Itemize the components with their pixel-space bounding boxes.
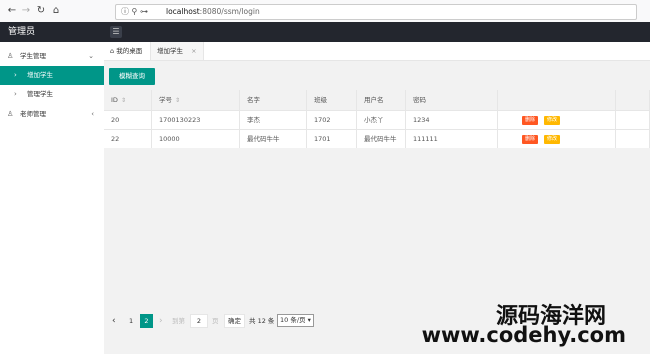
edit-button[interactable]: 修改 bbox=[544, 135, 561, 144]
app-title: 管理员 bbox=[8, 27, 36, 37]
cell-name: 李杰 bbox=[240, 110, 307, 129]
cell-id: 22 bbox=[104, 129, 152, 148]
home-icon: ⌂ bbox=[110, 47, 115, 55]
sidebar-group-teacher[interactable]: ♙ 老师管理 ‹ bbox=[0, 104, 104, 124]
tab-desktop[interactable]: ⌂ 我的桌面 bbox=[110, 42, 142, 60]
chevron-left-icon: ‹ bbox=[91, 110, 94, 118]
forward-icon[interactable]: → bbox=[20, 5, 32, 17]
site-info-icon[interactable]: ⓘ ⚲ ⊶ bbox=[121, 5, 148, 19]
sidebar-item-add-student[interactable]: › 增加学生 bbox=[0, 66, 104, 85]
tab-label: 我的桌面 bbox=[116, 47, 143, 55]
page-link-current[interactable]: 2 bbox=[140, 314, 153, 328]
total-count: 共 12 条 bbox=[249, 317, 275, 325]
column-header: 用户名 bbox=[357, 90, 406, 110]
edit-button[interactable]: 修改 bbox=[544, 116, 561, 125]
column-header: 密码 bbox=[406, 90, 498, 110]
cell-name: 最代码牛牛 bbox=[240, 129, 307, 148]
chevron-right-icon: › bbox=[14, 71, 17, 79]
delete-button[interactable]: 删除 bbox=[522, 116, 539, 125]
tab-label: 增加学生 bbox=[157, 47, 183, 55]
goto-confirm-button[interactable]: 确定 bbox=[224, 314, 245, 328]
table-row: 20 1700130223 李杰 1702 小杰丫 1234 删除 修改 bbox=[104, 110, 650, 129]
sidebar: ♙ 学生管理 ⌄ › 增加学生 › 管理学生 ♙ 老师管理 ‹ bbox=[0, 42, 105, 354]
cell-username: 最代码牛牛 bbox=[357, 129, 406, 148]
cell-actions: 删除 修改 bbox=[498, 110, 616, 129]
page-link-1[interactable]: 1 bbox=[129, 314, 133, 328]
menu-toggle-icon[interactable]: ☰ bbox=[110, 26, 122, 38]
column-header bbox=[498, 90, 616, 110]
goto-page-input[interactable]: 2 bbox=[190, 314, 208, 328]
cell-password: 111111 bbox=[406, 129, 498, 148]
cell-class: 1702 bbox=[307, 110, 357, 129]
sidebar-group-label: 学生管理 bbox=[20, 52, 46, 60]
goto-label: 到第 bbox=[172, 317, 185, 325]
sidebar-group-label: 老师管理 bbox=[20, 110, 46, 118]
cell-empty bbox=[616, 110, 650, 129]
column-header: 班级 bbox=[307, 90, 357, 110]
url-text: localhost:8080/ssm/login bbox=[166, 7, 260, 16]
browser-toolbar: ← → ↻ ⌂ ⓘ ⚲ ⊶ localhost:8080/ssm/login bbox=[0, 0, 650, 23]
column-header: 名字 bbox=[240, 90, 307, 110]
sort-icon: ⇕ bbox=[120, 97, 126, 104]
sidebar-group-student[interactable]: ♙ 学生管理 ⌄ bbox=[0, 46, 104, 66]
next-page-icon[interactable]: › bbox=[159, 314, 163, 328]
home-icon[interactable]: ⌂ bbox=[50, 5, 62, 17]
sidebar-item-label: 管理学生 bbox=[27, 90, 53, 98]
column-header[interactable]: 学号 ⇕ bbox=[152, 90, 240, 110]
table-row: 22 10000 最代码牛牛 1701 最代码牛牛 111111 删除 修改 bbox=[104, 129, 650, 148]
prev-page-icon[interactable]: ‹ bbox=[112, 314, 116, 328]
chevron-right-icon: › bbox=[14, 90, 17, 98]
cell-password: 1234 bbox=[406, 110, 498, 129]
reload-icon[interactable]: ↻ bbox=[35, 5, 47, 17]
close-icon[interactable]: × bbox=[191, 47, 196, 55]
per-page-select[interactable]: 10 条/页 ▾ bbox=[277, 314, 314, 327]
cell-empty bbox=[616, 129, 650, 148]
chevron-down-icon: ⌄ bbox=[88, 52, 94, 60]
tab-add-student[interactable]: 增加学生 × bbox=[150, 42, 204, 60]
cell-actions: 删除 修改 bbox=[498, 129, 616, 148]
user-icon: ♙ bbox=[7, 52, 14, 60]
fuzzy-search-button[interactable]: 模糊查询 bbox=[109, 68, 155, 85]
user-icon: ♙ bbox=[7, 110, 14, 118]
cell-student-no: 1700130223 bbox=[152, 110, 240, 129]
cell-class: 1701 bbox=[307, 129, 357, 148]
app-header: 管理员 ☰ bbox=[0, 22, 650, 42]
sidebar-item-manage-student[interactable]: › 管理学生 bbox=[0, 85, 104, 104]
delete-button[interactable]: 删除 bbox=[522, 135, 539, 144]
sidebar-item-label: 增加学生 bbox=[27, 71, 53, 79]
column-header[interactable]: ID ⇕ bbox=[104, 90, 152, 110]
watermark-url: www.codehy.com bbox=[421, 323, 626, 347]
cell-username: 小杰丫 bbox=[357, 110, 406, 129]
cell-id: 20 bbox=[104, 110, 152, 129]
pagination: ‹ 1 2 › 到第 2 页 确定 共 12 条 10 条/页 ▾ bbox=[104, 314, 404, 330]
cell-student-no: 10000 bbox=[152, 129, 240, 148]
column-header bbox=[616, 90, 650, 110]
sort-icon: ⇕ bbox=[175, 97, 181, 104]
tab-bar: ⌂ 我的桌面 增加学生 × bbox=[104, 42, 650, 61]
address-bar[interactable]: ⓘ ⚲ ⊶ localhost:8080/ssm/login bbox=[115, 4, 637, 20]
page-unit-label: 页 bbox=[212, 317, 219, 325]
chevron-down-icon: ▾ bbox=[307, 316, 311, 324]
table-header: ID ⇕ 学号 ⇕ 名字 班级 用户名 密码 bbox=[104, 90, 650, 110]
back-icon[interactable]: ← bbox=[6, 5, 18, 17]
